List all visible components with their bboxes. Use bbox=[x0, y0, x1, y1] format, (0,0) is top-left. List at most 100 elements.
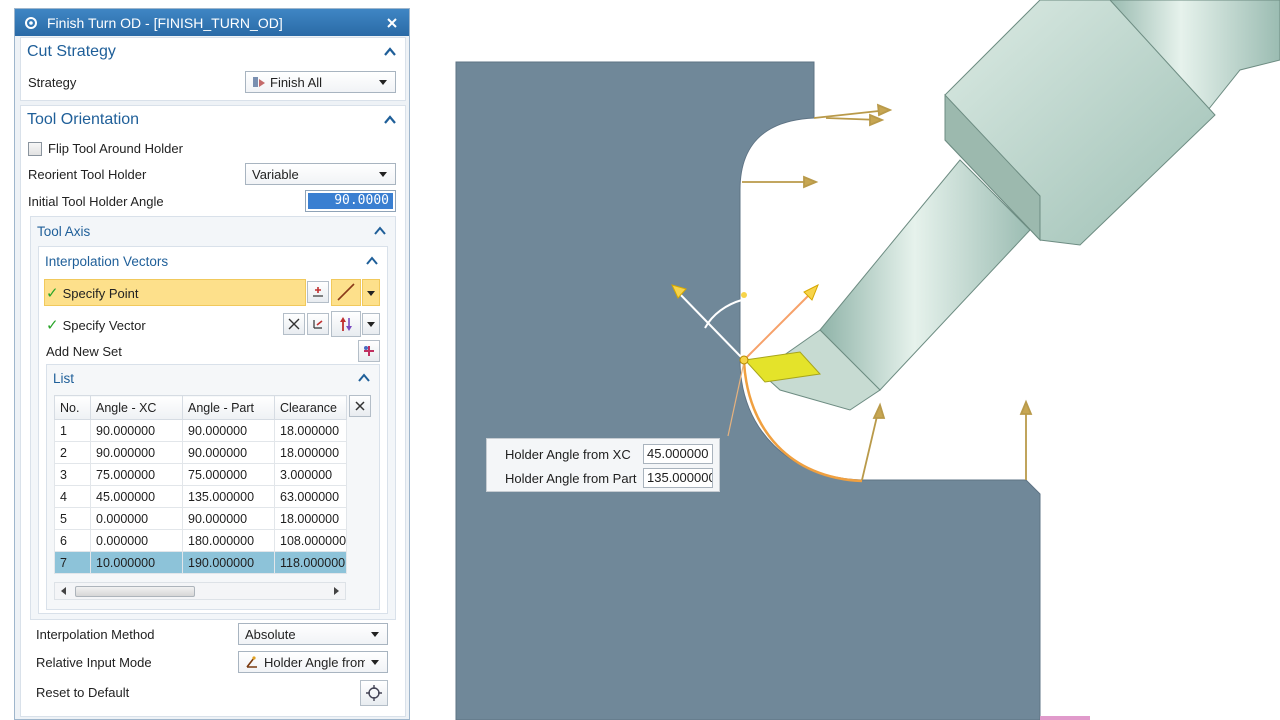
relative-input-label: Relative Input Mode bbox=[36, 655, 152, 670]
table-cell: 18.000000 bbox=[274, 441, 347, 464]
scroll-left-icon[interactable] bbox=[59, 586, 69, 596]
add-set-icon bbox=[364, 346, 374, 356]
table-cell: 90.000000 bbox=[90, 419, 183, 442]
specify-vector-row[interactable]: ✓ Specify Vector bbox=[46, 316, 146, 334]
add-new-set-label: Add New Set bbox=[46, 344, 122, 359]
initial-angle-input[interactable]: 90.0000 bbox=[305, 190, 396, 212]
strategy-select[interactable]: Finish All bbox=[245, 71, 396, 93]
check-icon: ✓ bbox=[46, 285, 59, 302]
table-row-selected[interactable]: 7 10.000000 190.000000 118.000000 bbox=[54, 551, 347, 574]
tool-orientation-header[interactable]: Tool Orientation bbox=[21, 106, 405, 134]
chevron-down-icon bbox=[367, 291, 375, 296]
tool-axis-title: Tool Axis bbox=[37, 223, 91, 239]
interpolation-method-value: Absolute bbox=[245, 626, 296, 642]
tool-axis-header[interactable]: Tool Axis bbox=[31, 217, 395, 245]
table-cell: 180.000000 bbox=[182, 529, 275, 552]
list-header[interactable]: List bbox=[47, 365, 379, 391]
vector-inferred-button[interactable] bbox=[331, 311, 361, 337]
table-cell: 135.000000 bbox=[182, 485, 275, 508]
point-icon bbox=[313, 287, 323, 297]
table-cell: 4 bbox=[54, 485, 91, 508]
table-cell: 3 bbox=[54, 463, 91, 486]
table-row[interactable]: 2 90.000000 90.000000 18.000000 bbox=[54, 441, 347, 464]
scrollbar-thumb[interactable] bbox=[75, 586, 195, 597]
reverse-vector-button[interactable] bbox=[283, 313, 305, 335]
table-row[interactable]: 3 75.000000 75.000000 3.000000 bbox=[54, 463, 347, 486]
table-cell: 190.000000 bbox=[182, 551, 275, 574]
chevron-down-icon bbox=[379, 172, 387, 177]
reorient-value: Variable bbox=[252, 166, 299, 182]
table-cell: 108.000000 bbox=[274, 529, 347, 552]
interpolation-method-select[interactable]: Absolute bbox=[238, 623, 388, 645]
interpolation-vectors-header[interactable]: Interpolation Vectors bbox=[39, 247, 387, 275]
table-row[interactable]: 6 0.000000 180.000000 108.000000 bbox=[54, 529, 347, 552]
chevron-up-icon[interactable] bbox=[365, 254, 379, 268]
reorient-select[interactable]: Variable bbox=[245, 163, 396, 185]
table-cell: 7 bbox=[54, 551, 91, 574]
reset-icon bbox=[366, 685, 382, 701]
table-cell: 75.000000 bbox=[90, 463, 183, 486]
table-cell: 90.000000 bbox=[90, 441, 183, 464]
relative-input-select[interactable]: Holder Angle from bbox=[238, 651, 388, 673]
table-horizontal-scrollbar[interactable] bbox=[54, 582, 346, 600]
list-title: List bbox=[53, 370, 75, 386]
table-row[interactable]: 4 45.000000 135.000000 63.000000 bbox=[54, 485, 347, 508]
part-edge-mark bbox=[1040, 716, 1090, 720]
table-cell: 75.000000 bbox=[182, 463, 275, 486]
table-row[interactable]: 5 0.000000 90.000000 18.000000 bbox=[54, 507, 347, 530]
column-header[interactable]: Angle - XC bbox=[90, 395, 183, 420]
check-icon: ✓ bbox=[46, 317, 59, 334]
table-cell: 90.000000 bbox=[182, 507, 275, 530]
table-cell: 90.000000 bbox=[182, 419, 275, 442]
vector-direction-icon bbox=[340, 317, 352, 331]
gear-icon bbox=[23, 15, 39, 31]
table-cell: 10.000000 bbox=[90, 551, 183, 574]
table-cell: 3.000000 bbox=[274, 463, 347, 486]
flip-tool-label: Flip Tool Around Holder bbox=[48, 141, 183, 156]
table-cell: 18.000000 bbox=[274, 507, 347, 530]
cut-strategy-header[interactable]: Cut Strategy bbox=[21, 38, 405, 66]
initial-angle-label: Initial Tool Holder Angle bbox=[28, 194, 164, 209]
specify-point-label: Specify Point bbox=[62, 285, 139, 301]
reset-default-button[interactable] bbox=[360, 680, 388, 706]
dialog-titlebar[interactable]: Finish Turn OD - [FINISH_TURN_OD] bbox=[15, 9, 409, 36]
line-icon bbox=[337, 283, 355, 301]
strategy-label: Strategy bbox=[28, 75, 77, 90]
holder-angle-icon bbox=[246, 656, 257, 668]
delete-icon bbox=[355, 401, 365, 411]
holder-angle-part-input[interactable]: 135.000000 bbox=[643, 468, 713, 488]
tool-assembly bbox=[743, 0, 1280, 411]
column-header[interactable]: No. bbox=[54, 395, 91, 420]
specify-point-label-wrap: ✓ Specify Point bbox=[46, 284, 138, 302]
chevron-up-icon[interactable] bbox=[383, 45, 397, 59]
table-cell: 5 bbox=[54, 507, 91, 530]
chevron-up-icon[interactable] bbox=[357, 371, 371, 385]
holder-angle-xc-input[interactable]: 45.000000 bbox=[643, 444, 713, 464]
table-cell: 63.000000 bbox=[274, 485, 347, 508]
scroll-right-icon[interactable] bbox=[331, 586, 341, 596]
column-header[interactable]: Clearance bbox=[274, 395, 347, 420]
holder-angle-popup: Holder Angle from XC 45.000000 Holder An… bbox=[486, 438, 720, 492]
tool-orientation-title: Tool Orientation bbox=[27, 111, 140, 128]
interpolation-vectors-title: Interpolation Vectors bbox=[45, 253, 169, 269]
flip-tool-checkbox[interactable] bbox=[28, 141, 42, 156]
column-header[interactable]: Angle - Part bbox=[182, 395, 275, 420]
table-cell: 6 bbox=[54, 529, 91, 552]
flip-tool-row[interactable]: Flip Tool Around Holder bbox=[28, 141, 183, 156]
chevron-down-icon bbox=[379, 80, 387, 85]
delete-row-button[interactable] bbox=[349, 395, 371, 417]
table-header-row: No. Angle - XC Angle - Part Clearance bbox=[54, 395, 347, 420]
reverse-direction-icon bbox=[288, 318, 300, 330]
vector-dialog-button[interactable] bbox=[307, 313, 329, 335]
point-dialog-button[interactable] bbox=[307, 281, 329, 303]
vector-dropdown-button[interactable] bbox=[362, 313, 380, 335]
chevron-down-icon bbox=[371, 632, 379, 637]
chevron-up-icon[interactable] bbox=[383, 113, 397, 127]
add-new-set-button[interactable] bbox=[358, 340, 380, 362]
close-icon[interactable] bbox=[383, 14, 401, 32]
table-row[interactable]: 1 90.000000 90.000000 18.000000 bbox=[54, 419, 347, 442]
chevron-up-icon[interactable] bbox=[373, 224, 387, 238]
vector-icon bbox=[313, 320, 323, 329]
interpolation-method-label: Interpolation Method bbox=[36, 627, 155, 642]
relative-input-value: Holder Angle from bbox=[264, 654, 365, 670]
